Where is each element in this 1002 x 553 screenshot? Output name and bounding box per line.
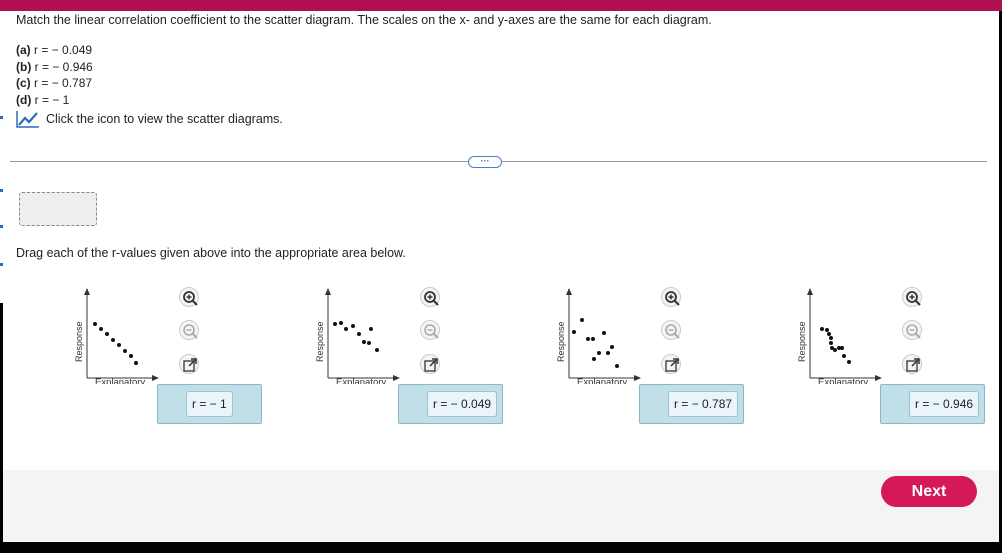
scatter-point xyxy=(357,332,361,336)
scatter-point xyxy=(99,327,103,331)
scatter-plot: Response Explanatory xyxy=(556,288,641,384)
scatter-point xyxy=(591,337,595,341)
x-axis-label: Explanatory xyxy=(577,377,627,384)
view-scatter-diagrams-text: Click the icon to view the scatter diagr… xyxy=(46,112,283,126)
question-text: Match the linear correlation coefficient… xyxy=(16,13,712,27)
scatter-card-4: Response Explanatory r = − 0.946 xyxy=(795,274,1002,434)
scatter-point xyxy=(847,360,851,364)
scatter-point xyxy=(602,331,606,335)
footer-bar xyxy=(3,470,999,542)
top-bar xyxy=(0,0,1002,11)
scatter-point xyxy=(610,345,614,349)
popout-icon[interactable] xyxy=(420,354,440,374)
scatter-point xyxy=(586,337,590,341)
zoom-in-icon[interactable] xyxy=(179,287,199,307)
zoom-out-icon[interactable] xyxy=(179,320,199,340)
answer-dropzone[interactable]: r = − 0.787 xyxy=(639,384,744,424)
view-scatter-diagrams-link[interactable]: Click the icon to view the scatter diagr… xyxy=(16,110,283,128)
scatter-point xyxy=(369,327,373,331)
scatter-point xyxy=(615,364,619,368)
drag-instruction: Drag each of the r-values given above in… xyxy=(16,246,406,260)
scatter-point xyxy=(134,361,138,365)
answer-dropzone[interactable]: r = − 0.049 xyxy=(398,384,503,424)
scatter-plot: Response Explanatory xyxy=(797,288,882,384)
option-b: (b) r = − 0.946 xyxy=(16,59,93,74)
scatter-point xyxy=(833,348,837,352)
scatter-point xyxy=(606,351,610,355)
y-axis-label: Response xyxy=(74,321,84,362)
scatter-point xyxy=(580,318,584,322)
x-axis-label: Explanatory xyxy=(336,377,386,384)
r-value-tile[interactable]: r = − 1 xyxy=(186,391,233,417)
scatter-plot: Response Explanatory xyxy=(74,288,159,384)
zoom-in-icon[interactable] xyxy=(420,287,440,307)
option-a: (a) r = − 0.049 xyxy=(16,43,93,57)
scatter-point xyxy=(829,336,833,340)
scatter-point xyxy=(829,341,833,345)
scatter-point xyxy=(367,341,371,345)
r-value-tile[interactable]: r = − 0.946 xyxy=(909,391,980,417)
scatter-point xyxy=(362,340,366,344)
scatter-point xyxy=(333,322,337,326)
scatter-point xyxy=(123,349,127,353)
answer-dropzone[interactable]: r = − 0.946 xyxy=(880,384,985,424)
x-axis-label: Explanatory xyxy=(95,377,145,384)
r-value-tile[interactable]: r = − 0.049 xyxy=(427,391,498,417)
y-axis-label: Response xyxy=(797,321,807,362)
r-value-tile[interactable]: r = − 0.787 xyxy=(668,391,739,417)
scatter-point xyxy=(375,348,379,352)
answer-source-dropzone[interactable] xyxy=(19,192,97,226)
scatter-point xyxy=(93,322,97,326)
scatter-point xyxy=(827,332,831,336)
zoom-in-icon[interactable] xyxy=(661,287,681,307)
scatter-point xyxy=(825,328,829,332)
divider-handle[interactable]: ··· xyxy=(468,156,502,168)
scatter-point xyxy=(820,327,824,331)
zoom-out-icon[interactable] xyxy=(661,320,681,340)
popout-icon[interactable] xyxy=(902,354,922,374)
popout-icon[interactable] xyxy=(179,354,199,374)
scatter-point xyxy=(111,338,115,342)
scatter-point xyxy=(339,321,343,325)
scatter-point xyxy=(117,343,121,347)
x-axis-label: Explanatory xyxy=(818,377,868,384)
scatter-point xyxy=(344,327,348,331)
scatter-card-2: Response Explanatory r = − 0.049 xyxy=(313,274,523,434)
y-axis-label: Response xyxy=(315,321,325,362)
option-d: (d) r = − 1 xyxy=(16,92,70,107)
scatter-card-1: Response Explanatory r = − 1 xyxy=(72,274,282,434)
popout-icon[interactable] xyxy=(661,354,681,374)
options-list: (a) r = − 0.049 (b) r = − 0.946 (c) r = … xyxy=(16,42,93,108)
y-axis-label: Response xyxy=(556,321,566,362)
scatter-plot: Response Explanatory xyxy=(315,288,400,384)
scatter-card-3: Response Explanatory r = − 0.787 xyxy=(554,274,764,434)
zoom-out-icon[interactable] xyxy=(420,320,440,340)
scatter-point xyxy=(592,357,596,361)
option-c: (c) r = − 0.787 xyxy=(16,76,93,90)
scatter-point xyxy=(572,330,576,334)
zoom-out-icon[interactable] xyxy=(902,320,922,340)
next-button[interactable]: Next xyxy=(881,476,977,507)
scatter-point xyxy=(840,346,844,350)
answer-dropzone[interactable]: r = − 1 xyxy=(157,384,262,424)
scatter-point xyxy=(597,351,601,355)
zoom-in-icon[interactable] xyxy=(902,287,922,307)
line-chart-icon[interactable] xyxy=(16,110,40,128)
scatter-point xyxy=(351,324,355,328)
scatter-point xyxy=(842,354,846,358)
scatter-point xyxy=(129,354,133,358)
scatter-point xyxy=(105,332,109,336)
